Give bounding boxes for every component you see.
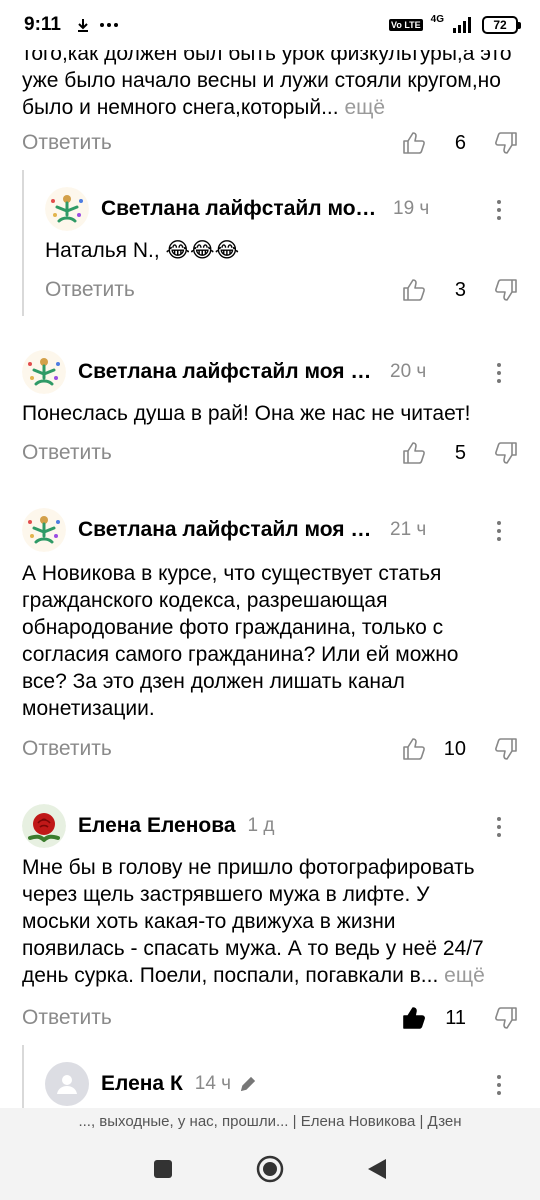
comment-text: Понеслась душа в рай! Она же нас не чита…: [22, 402, 471, 425]
recent-apps-button[interactable]: [149, 1155, 177, 1183]
more-notifications-icon: [99, 23, 118, 27]
author-name[interactable]: Светлана лайфстайл моя ж...: [78, 518, 378, 542]
volte-icon: Vo LTE: [388, 19, 423, 31]
comment-time: 14 ч: [194, 1073, 232, 1094]
likes-count: 11: [445, 1006, 466, 1029]
comment-text: Наталья N., 😂😂😂: [45, 239, 240, 262]
yoga-avatar-icon: [22, 350, 66, 394]
dislike-icon[interactable]: [494, 441, 518, 465]
like-icon[interactable]: [402, 131, 426, 155]
comment-text: Мне бы в голову не пришло фотографироват…: [22, 856, 485, 987]
reply-button[interactable]: Ответить: [45, 278, 135, 302]
avatar[interactable]: [22, 350, 66, 394]
author-name[interactable]: Елена К: [101, 1072, 183, 1096]
author-name[interactable]: Светлана лайфстайл моя ж...: [78, 360, 378, 384]
comment-text: того,как должен был быть урок физкультур…: [22, 50, 512, 119]
reply-button[interactable]: Ответить: [22, 1006, 112, 1030]
likes-count: 3: [454, 278, 466, 301]
edited-pencil-icon: [240, 1076, 256, 1092]
avatar[interactable]: [22, 508, 66, 552]
more-link[interactable]: ещё: [344, 96, 385, 119]
status-bar: 9:11 Vo LTE 4G 72: [0, 0, 540, 50]
like-icon[interactable]: [402, 441, 426, 465]
avatar[interactable]: [45, 1062, 89, 1106]
home-button[interactable]: [256, 1155, 284, 1183]
more-options-icon[interactable]: [496, 363, 502, 383]
dislike-icon[interactable]: [494, 737, 518, 761]
square-icon: [154, 1160, 173, 1178]
dislike-icon[interactable]: [494, 1006, 518, 1030]
more-options-icon[interactable]: [496, 200, 502, 220]
system-nav-bar: [0, 1138, 540, 1200]
yoga-avatar-icon: [45, 187, 89, 231]
avatar[interactable]: [22, 804, 66, 848]
comment-time: 20 ч: [390, 361, 427, 382]
network-type: 4G: [430, 13, 444, 25]
comment-time: 19 ч: [393, 198, 430, 219]
download-icon: [77, 19, 88, 32]
back-button[interactable]: [363, 1155, 391, 1183]
source-title-bar[interactable]: ..., выходные, у нас, прошли... | Елена …: [0, 1108, 540, 1138]
circle-icon: [256, 1155, 284, 1183]
reply-button[interactable]: Ответить: [22, 441, 112, 465]
dislike-icon[interactable]: [494, 131, 518, 155]
yoga-avatar-icon: [22, 508, 66, 552]
triangle-back-icon: [367, 1159, 386, 1179]
like-filled-icon[interactable]: [402, 1006, 426, 1030]
more-options-icon[interactable]: [496, 817, 502, 837]
likes-count: 6: [454, 131, 466, 154]
comment-time: 21 ч: [390, 519, 427, 540]
reply-button[interactable]: Ответить: [22, 737, 112, 761]
rose-avatar-icon: [22, 804, 66, 848]
reply-button[interactable]: Ответить: [22, 131, 112, 155]
user-placeholder-icon: [57, 1075, 77, 1094]
like-icon[interactable]: [402, 278, 426, 302]
author-name[interactable]: Светлана лайфстайл моя...: [101, 197, 381, 221]
more-options-icon[interactable]: [496, 521, 502, 541]
thread-line: [22, 1045, 24, 1108]
like-icon[interactable]: [402, 737, 426, 761]
more-link[interactable]: ещё: [444, 964, 485, 987]
battery-icon: 72: [482, 16, 521, 34]
comment-time: 1 д: [247, 815, 275, 836]
status-time: 9:11: [24, 14, 61, 35]
avatar[interactable]: [45, 187, 89, 231]
more-options-icon[interactable]: [496, 1075, 502, 1095]
comment-text: А Новикова в курсе, что существует стать…: [22, 562, 459, 720]
dislike-icon[interactable]: [494, 278, 518, 302]
signal-icon: [453, 17, 471, 33]
author-name[interactable]: Елена Еленова: [78, 814, 236, 838]
comments-feed[interactable]: того,как должен был быть урок физкультур…: [0, 50, 540, 1108]
likes-count: 10: [443, 737, 466, 760]
likes-count: 5: [454, 441, 466, 464]
